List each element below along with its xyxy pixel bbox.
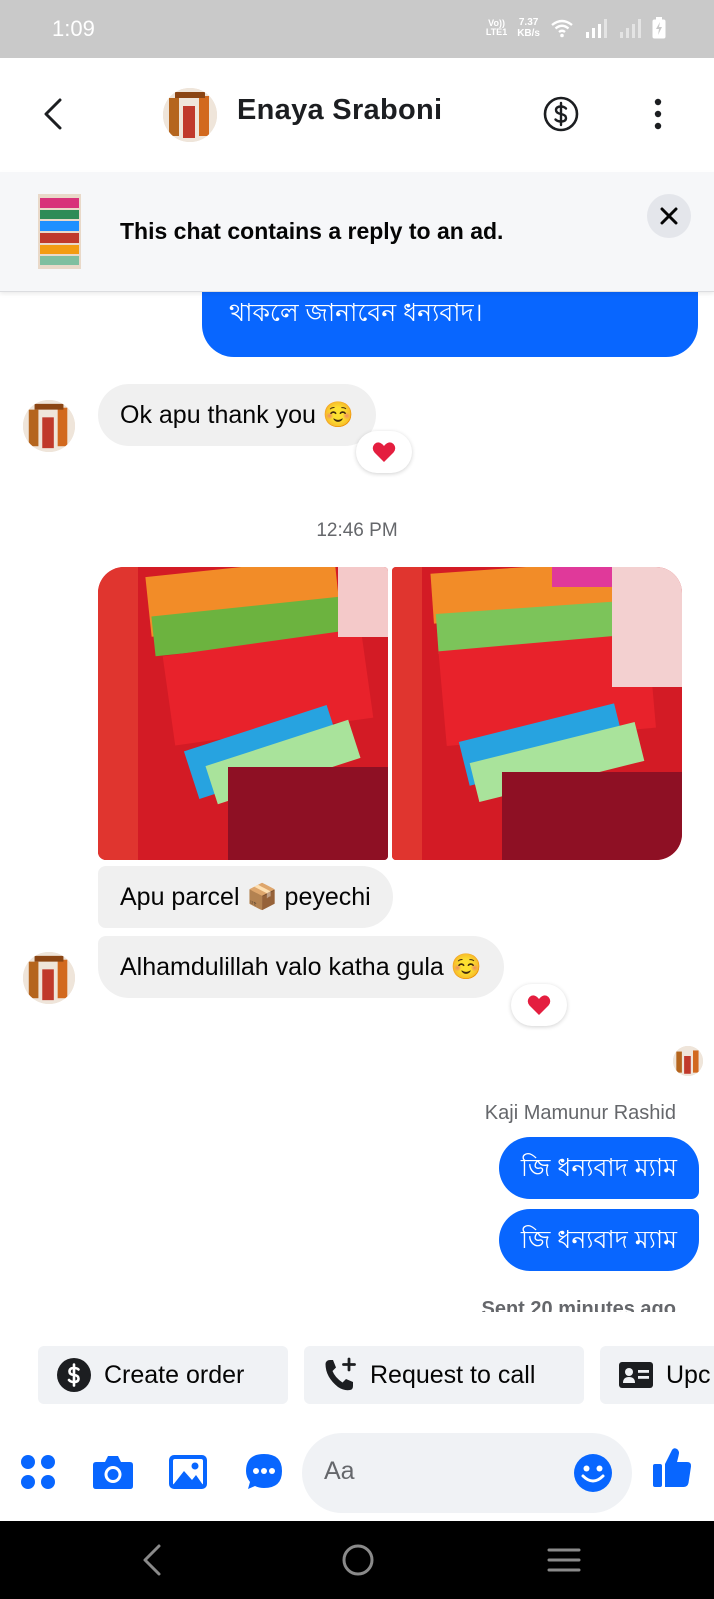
status-icons: Vo)) LTE1 7.37 KB/s (486, 14, 666, 42)
dollar-icon[interactable] (542, 95, 580, 133)
outgoing-message[interactable]: জি ধন্যবাদ ম্যাম (498, 1137, 699, 1199)
request-to-call-button[interactable]: Request to call (304, 1346, 584, 1404)
more-vertical-icon[interactable] (648, 95, 668, 133)
signal-icon (586, 19, 607, 38)
nav-home-icon[interactable] (338, 1541, 378, 1579)
request-to-call-label: Request to call (370, 1360, 536, 1389)
gallery-icon[interactable] (166, 1450, 210, 1494)
status-time: 1:09 (52, 16, 95, 41)
message-timestamp: 12:46 PM (316, 520, 398, 541)
close-icon (660, 207, 678, 225)
heart-icon (372, 442, 396, 462)
sent-status: Sent 20 minutes ago (481, 1298, 677, 1312)
camera-icon[interactable] (91, 1450, 135, 1494)
wifi-icon (551, 19, 573, 38)
nav-recents-icon[interactable] (544, 1541, 584, 1579)
emoji-icon[interactable] (572, 1452, 614, 1494)
incoming-message[interactable]: Alhamdulillah valo katha gula ☺️ (98, 936, 504, 998)
ad-reply-banner[interactable]: This chat contains a reply to an ad. (0, 172, 714, 292)
seen-receipt-avatar (673, 1046, 703, 1076)
dollar-circle-icon (56, 1357, 92, 1393)
sender-avatar[interactable] (23, 400, 75, 452)
create-order-label: Create order (104, 1360, 245, 1389)
reaction-heart[interactable] (511, 984, 567, 1026)
message-composer: Aa (0, 1426, 714, 1520)
ad-banner-text: This chat contains a reply to an ad. (120, 218, 504, 244)
system-nav-bar (0, 1521, 714, 1599)
sender-name-label: Kaji Mamunur Rashid (484, 1102, 676, 1124)
like-thumbs-up-icon[interactable] (650, 1446, 694, 1490)
contact-avatar[interactable] (163, 88, 217, 142)
nav-back-icon[interactable] (132, 1541, 172, 1579)
contact-name[interactable]: Enaya Sraboni (237, 94, 442, 127)
signal-icon-secondary (620, 19, 641, 38)
status-bar: 1:09 Vo)) LTE1 7.37 KB/s (0, 0, 714, 58)
outgoing-message[interactable]: থাকলে জানাবেন ধন্যবাদ। (202, 292, 698, 357)
back-arrow-icon[interactable] (36, 94, 72, 134)
battery-charging-icon (652, 17, 666, 39)
phone-plus-icon (322, 1357, 358, 1393)
quick-actions-bar: Create order Request to call Upc (0, 1346, 714, 1406)
incoming-message[interactable]: Apu parcel 📦 peyechi (98, 866, 393, 928)
volte-indicator: Vo)) LTE1 (485, 18, 508, 37)
create-order-button[interactable]: Create order (38, 1346, 288, 1404)
chat-bubble-icon[interactable] (242, 1450, 286, 1494)
update-contact-button[interactable]: Upc (600, 1346, 714, 1404)
sender-avatar[interactable] (23, 952, 75, 1004)
photo-attachment[interactable] (98, 567, 388, 860)
incoming-message[interactable]: Ok apu thank you ☺️ (98, 384, 377, 446)
contact-card-icon (618, 1357, 654, 1393)
network-speed: 7.37 KB/s (517, 17, 540, 39)
close-banner-button[interactable] (647, 194, 691, 238)
chat-header: Enaya Sraboni (0, 58, 714, 172)
ad-thumbnail (38, 194, 81, 269)
reaction-heart[interactable] (356, 431, 412, 473)
outgoing-message[interactable]: জি ধন্যবাদ ম্যাম (498, 1209, 699, 1271)
message-input-placeholder: Aa (324, 1457, 355, 1485)
apps-grid-icon[interactable] (16, 1450, 60, 1494)
photo-attachment[interactable] (392, 567, 682, 860)
update-contact-label: Upc (666, 1360, 711, 1389)
message-list[interactable]: থাকলে জানাবেন ধন্যবাদ। Ok apu thank you … (0, 292, 714, 1312)
message-input[interactable]: Aa (302, 1433, 632, 1513)
heart-icon (527, 995, 551, 1015)
